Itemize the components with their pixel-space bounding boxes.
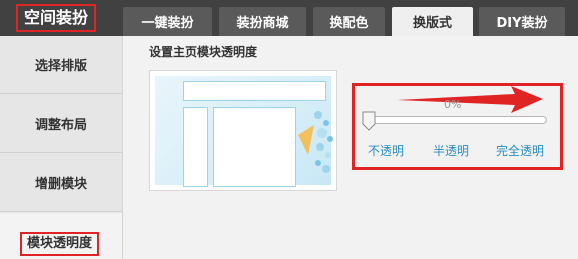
brand-title: 空间装扮 — [15, 4, 96, 32]
sidebar-item-adjust-layout[interactable]: 调整布局 — [0, 95, 122, 153]
red-arrow-annotation — [397, 86, 543, 113]
semi-transparent-option-link[interactable]: 半透明 — [433, 142, 469, 159]
preview-header-block — [183, 81, 326, 101]
sidebar: 选择排版 调整布局 增删模块 模块透明度 — [0, 36, 123, 259]
sidebar-item-label: 模块透明度 — [20, 232, 100, 256]
tab-decoration-mall[interactable]: 装扮商城 — [219, 7, 306, 36]
fully-transparent-option-link[interactable]: 完全透明 — [496, 142, 544, 159]
tab-one-click-decorate[interactable]: 一键装扮 — [123, 7, 212, 36]
brand-area: 空间装扮 — [0, 0, 112, 36]
opacity-slider-thumb[interactable] — [362, 111, 376, 131]
preview-decoration-icon — [298, 111, 333, 173]
opacity-value: 0% — [444, 98, 462, 111]
preview-main-column — [213, 107, 296, 187]
opaque-option-link[interactable]: 不透明 — [368, 142, 404, 159]
sidebar-item-add-remove-modules[interactable]: 增删模块 — [0, 154, 122, 212]
tab-change-layout[interactable]: 换版式 — [392, 7, 473, 36]
sidebar-item-module-opacity[interactable]: 模块透明度 — [0, 213, 122, 259]
layout-preview-image — [149, 70, 337, 191]
sidebar-item-choose-layout[interactable]: 选择排版 — [0, 36, 122, 94]
opacity-control-panel: 0% 不透明 半透明 完全透明 — [352, 83, 563, 170]
top-navigation-bar: 空间装扮 一键装扮 装扮商城 换配色 换版式 DIY装扮 — [0, 0, 578, 36]
tab-diy-decorate[interactable]: DIY装扮 — [479, 7, 565, 36]
opacity-slider-track[interactable] — [365, 116, 547, 124]
tab-change-color[interactable]: 换配色 — [313, 7, 385, 36]
section-title: 设置主页模块透明度 — [149, 45, 258, 59]
preview-left-column — [183, 107, 208, 187]
